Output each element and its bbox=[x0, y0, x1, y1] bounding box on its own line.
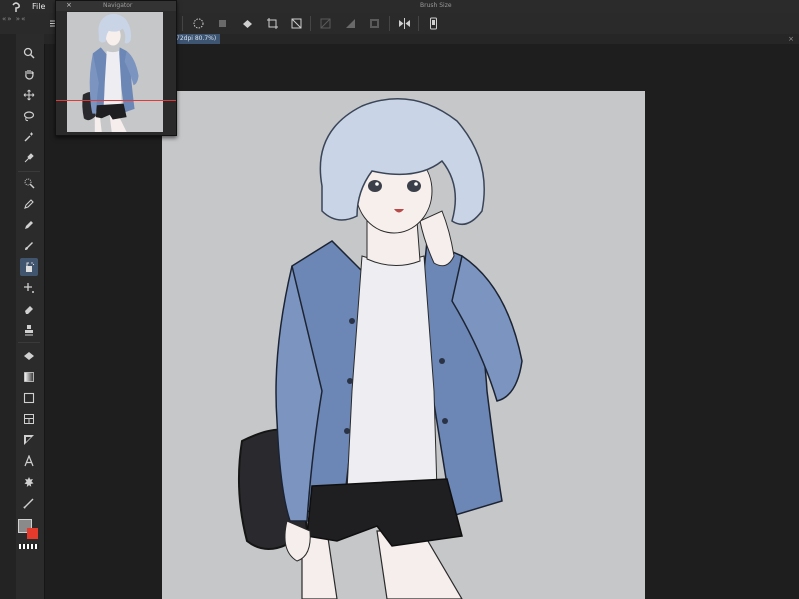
balloon-icon[interactable] bbox=[20, 473, 38, 491]
clip-studio-logo-icon[interactable] bbox=[10, 1, 24, 13]
close-icon[interactable]: × bbox=[788, 34, 794, 44]
tool-divider bbox=[18, 171, 40, 172]
selection-pen-icon[interactable] bbox=[20, 174, 38, 192]
navigator-preview[interactable] bbox=[67, 12, 163, 132]
panel-strip bbox=[0, 34, 16, 599]
transparent-color-swatch[interactable] bbox=[19, 544, 39, 549]
pen-icon[interactable] bbox=[20, 195, 38, 213]
figure-icon[interactable] bbox=[20, 389, 38, 407]
zoom-icon[interactable] bbox=[20, 44, 38, 62]
eyedropper-icon[interactable] bbox=[20, 149, 38, 167]
flip-horizontal-icon[interactable] bbox=[397, 16, 411, 30]
menu-file[interactable]: File bbox=[32, 1, 45, 13]
hand-icon[interactable] bbox=[20, 65, 38, 83]
eraser-icon[interactable] bbox=[20, 300, 38, 318]
move-icon[interactable] bbox=[20, 86, 38, 104]
close-icon[interactable]: × bbox=[66, 1, 72, 10]
lasso-icon[interactable] bbox=[20, 107, 38, 125]
navigator-panel: × Navigator bbox=[55, 0, 177, 136]
fill-bucket-icon[interactable] bbox=[240, 16, 254, 30]
toolbar-divider bbox=[182, 16, 183, 31]
canvas-tab[interactable]: 72dpi 80.7%) bbox=[172, 34, 221, 44]
tool-divider bbox=[18, 342, 40, 343]
magic-wand-icon[interactable] bbox=[20, 128, 38, 146]
ruler-icon[interactable] bbox=[20, 431, 38, 449]
transform-icon[interactable] bbox=[289, 16, 303, 30]
illustration bbox=[237, 97, 523, 599]
frame-icon[interactable] bbox=[20, 410, 38, 428]
undo-icon[interactable] bbox=[215, 16, 229, 30]
toolbar-divider bbox=[389, 16, 390, 31]
brush-size-title: Brush Size bbox=[420, 2, 452, 9]
navigator-titlebar[interactable]: × Navigator bbox=[56, 1, 176, 11]
select-lasso-icon[interactable] bbox=[191, 16, 205, 30]
fill-icon[interactable] bbox=[20, 347, 38, 365]
navigator-view-frame bbox=[56, 100, 176, 101]
toolbar-divider bbox=[310, 16, 311, 31]
airbrush-icon[interactable] bbox=[20, 258, 38, 276]
phone-icon[interactable] bbox=[426, 16, 440, 30]
deselect-icon[interactable] bbox=[318, 16, 332, 30]
layer-mask-icon[interactable] bbox=[367, 16, 381, 30]
pencil-icon[interactable] bbox=[20, 216, 38, 234]
navigator-thumbnail bbox=[82, 13, 139, 132]
canvas[interactable] bbox=[162, 91, 645, 599]
blend-icon[interactable] bbox=[20, 321, 38, 339]
crop-icon[interactable] bbox=[265, 16, 279, 30]
text-icon[interactable] bbox=[20, 452, 38, 470]
decoration-icon[interactable] bbox=[20, 279, 38, 297]
toolbar-divider bbox=[418, 16, 419, 31]
correction-icon[interactable] bbox=[20, 494, 38, 512]
panel-collapse-arrows[interactable]: «» »« bbox=[2, 15, 26, 23]
sub-color-swatch[interactable] bbox=[27, 528, 38, 539]
brush-icon[interactable] bbox=[20, 237, 38, 255]
gradient-icon[interactable] bbox=[20, 368, 38, 386]
gradient-icon[interactable] bbox=[343, 16, 357, 30]
navigator-title: Navigator bbox=[103, 2, 133, 9]
